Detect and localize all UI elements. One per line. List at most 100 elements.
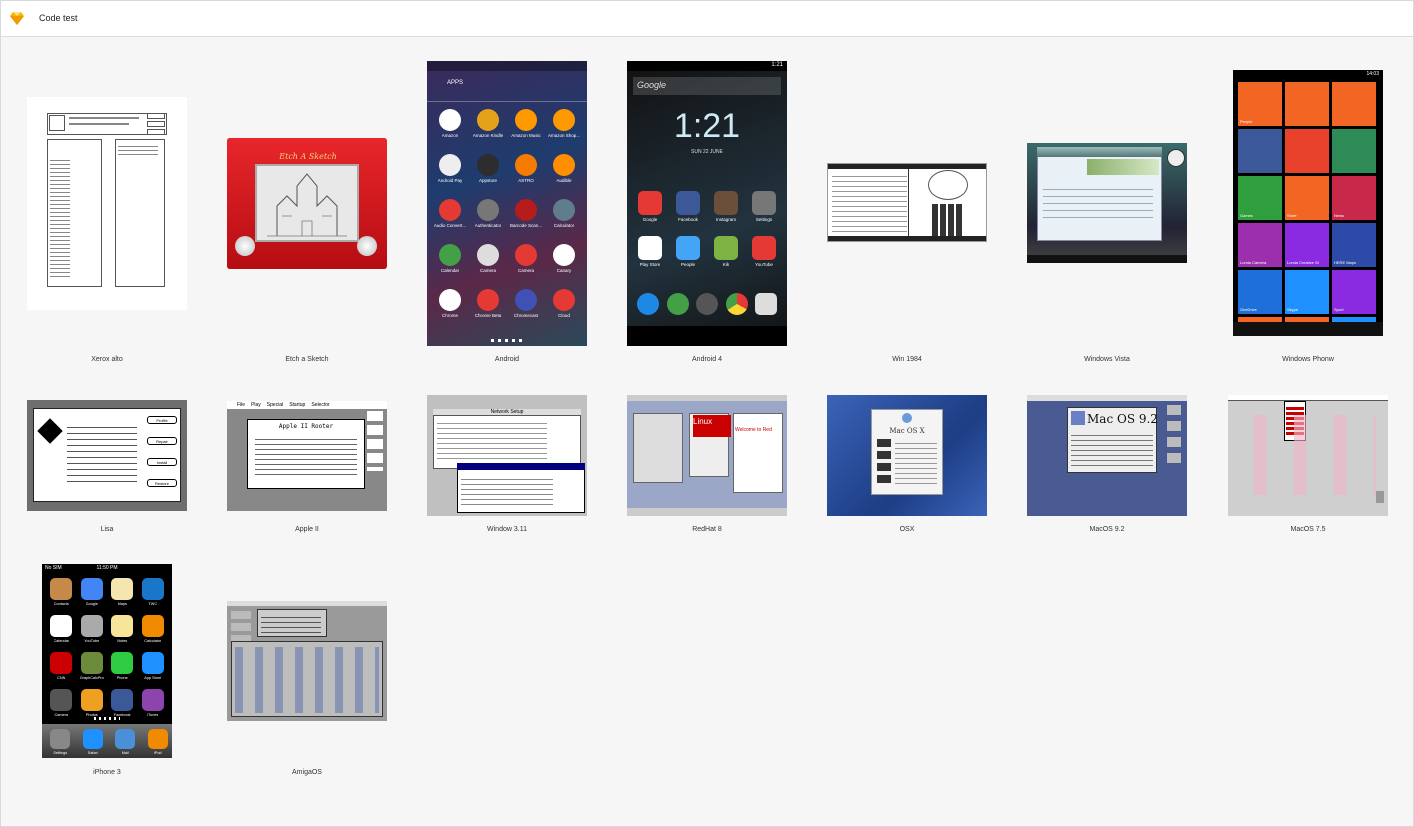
artboard-iphone-3[interactable]: No SIM 11:50 PM Contacts Google Maps TWC Cal… [42, 564, 172, 758]
app-tile[interactable]: Audio Convert... [431, 197, 469, 242]
artboard-etch-a-sketch[interactable]: Etch A Sketch [227, 138, 387, 269]
live-tile[interactable]: Skype [1285, 270, 1329, 314]
app-tile[interactable]: Contacts [46, 576, 77, 613]
app-tile[interactable]: TWC [138, 576, 169, 613]
app-tile[interactable]: Canary [545, 242, 583, 287]
artboard-windows-vista[interactable] [1027, 143, 1187, 263]
app-icon [80, 578, 103, 600]
live-tile[interactable]: Lumia Creative St [1285, 223, 1329, 267]
artboard-macos-92[interactable]: Mac OS 9.2 [1027, 395, 1187, 516]
app-tile[interactable]: People [669, 234, 707, 279]
app-label: People [680, 262, 695, 267]
artboard-apple-ii[interactable]: File Play Special Startup Selector Apple II … [227, 401, 387, 511]
app-tile[interactable]: Calendar [46, 613, 77, 650]
menu-item-file[interactable]: File [237, 402, 245, 408]
app-tile[interactable]: Chrome Beta [469, 287, 507, 332]
live-tile[interactable]: OneDrive [1238, 270, 1282, 314]
menu-item-play[interactable]: Play [251, 402, 261, 408]
sketch-diamond-icon[interactable] [10, 12, 24, 25]
live-tile[interactable] [1285, 82, 1329, 126]
app-tile[interactable]: Calculator [545, 197, 583, 242]
app-tile[interactable]: Appstore [469, 152, 507, 197]
app-tile[interactable]: CNN [46, 650, 77, 687]
app-tile[interactable]: Settings [745, 189, 783, 234]
live-tile[interactable] [1238, 129, 1282, 173]
menu-item-startup[interactable]: Startup [289, 402, 305, 408]
etch-logo-text: Etch A Sketch [279, 152, 337, 161]
app-tile[interactable]: Google [77, 576, 108, 613]
live-tile[interactable]: People [1238, 82, 1282, 126]
live-tile[interactable]: Lumia Camera [1238, 223, 1282, 267]
app-label: Calculator [144, 639, 162, 643]
apple-ii-headline: Apple II Rooter [278, 423, 334, 430]
app-tile[interactable]: Calendar [431, 242, 469, 287]
app-tile[interactable]: Amazon Shop... [545, 107, 583, 152]
app-tile[interactable]: YouTube [77, 613, 108, 650]
live-tile[interactable]: HERE Maps [1332, 223, 1376, 267]
live-tile[interactable]: News [1332, 176, 1376, 220]
app-tile[interactable]: Camera [46, 687, 77, 724]
app-tile[interactable]: Calculator [138, 613, 169, 650]
artboard-android-4[interactable]: 1:21 Google 1:21 SUN 22 JUNE Google Faceb… [627, 61, 787, 346]
app-tile[interactable]: Facebook [669, 189, 707, 234]
live-tile[interactable]: Store [1285, 176, 1329, 220]
right-knob [357, 236, 377, 256]
app-icon [714, 191, 738, 215]
app-tile[interactable]: Camera [469, 242, 507, 287]
lisa-repair-button[interactable]: Repair [147, 437, 177, 445]
menu-item-special[interactable]: Special [267, 402, 283, 408]
app-tile[interactable]: Amazon Music [507, 107, 545, 152]
artboard-windows-phone[interactable]: 14:03 People Games Store News Lumia Camera Lu… [1233, 70, 1383, 336]
app-tile[interactable]: Mail [109, 727, 142, 755]
lisa-restore-button[interactable]: Restore [147, 479, 177, 487]
artboard-lisa[interactable]: Profile Repair Install Restore [27, 400, 187, 511]
app-tile[interactable]: Notes [107, 613, 138, 650]
app-tile[interactable]: Barcode Scan... [507, 197, 545, 242]
app-tile[interactable]: Camera [507, 242, 545, 287]
artboard-macos-75[interactable] [1228, 395, 1388, 516]
app-tile[interactable]: GraphCalcPro [77, 650, 108, 687]
lisa-install-button[interactable]: Install [147, 458, 177, 466]
artboard-redhat-8[interactable]: Linux Welcome to Red [627, 395, 787, 516]
live-tile[interactable]: Sport [1332, 270, 1376, 314]
app-icon [515, 199, 537, 221]
app-tile[interactable]: Kik [707, 234, 745, 279]
menu-item-selector[interactable]: Selector [311, 402, 329, 408]
artboard-win-1984[interactable] [827, 163, 987, 242]
artboard-amigaos[interactable] [227, 601, 387, 721]
live-tile[interactable]: Games [1238, 176, 1282, 220]
app-tile[interactable]: Maps [107, 576, 138, 613]
app-tile[interactable]: Phone [107, 650, 138, 687]
app-tile[interactable]: Android Pay [431, 152, 469, 197]
app-tile[interactable]: ASTRO [507, 152, 545, 197]
app-tile[interactable]: Audible [545, 152, 583, 197]
artboard-window-311[interactable]: Network Setup [427, 395, 587, 516]
app-tile[interactable]: Instagram [707, 189, 745, 234]
artboard-osx[interactable]: Mac OS X [827, 395, 987, 516]
app-tile[interactable]: Safari [77, 727, 110, 755]
app-tile[interactable]: Authenticator [469, 197, 507, 242]
app-tile[interactable]: Google [631, 189, 669, 234]
app-label: Android Pay [437, 178, 463, 183]
app-tile[interactable]: Chromecast [507, 287, 545, 332]
live-tile[interactable] [1332, 129, 1376, 173]
app-tile[interactable]: iTunes [138, 687, 169, 724]
artboard-xerox-alto[interactable] [27, 97, 187, 310]
live-tile[interactable] [1332, 82, 1376, 126]
app-icon [553, 109, 575, 131]
app-tile[interactable]: Amazon [431, 107, 469, 152]
app-tile[interactable]: YouTube [745, 234, 783, 279]
artboard-label: Etch a Sketch [285, 356, 329, 363]
google-search-bar[interactable]: Google [637, 80, 666, 90]
app-tile[interactable]: Settings [44, 727, 77, 755]
artboard-android[interactable]: APPS Amazon Amazon Kindle Amazon Music Amaz… [427, 61, 587, 346]
lisa-profile-button[interactable]: Profile [147, 416, 177, 424]
live-tile[interactable] [1285, 129, 1329, 173]
app-tile[interactable]: iPod [142, 727, 173, 755]
app-tile[interactable]: Amazon Kindle [469, 107, 507, 152]
app-tile[interactable]: Cloud [545, 287, 583, 332]
app-tile[interactable]: Chrome [431, 287, 469, 332]
app-tile[interactable]: Play Store [631, 234, 669, 279]
app-tile[interactable]: App Store [138, 650, 169, 687]
macos-splash: Mac OS 9.2 [1087, 412, 1158, 426]
